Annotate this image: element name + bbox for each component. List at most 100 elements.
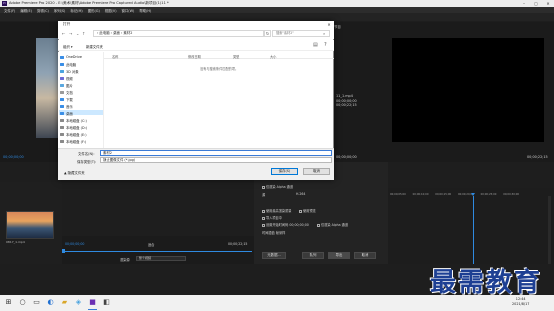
use-previews-option[interactable]: 使用预览 — [299, 208, 316, 213]
option-label: 设置开始时间码 — [266, 223, 289, 227]
organize-button[interactable]: 组织 ▾ — [63, 44, 73, 49]
search-icon[interactable]: ⌕ — [323, 30, 325, 37]
sidebar-item[interactable]: 3D 对象 — [66, 69, 79, 74]
forward-arrow-icon[interactable]: → — [69, 31, 72, 36]
checkbox-icon[interactable] — [262, 209, 265, 213]
project-clip-thumbnail[interactable] — [6, 211, 54, 239]
import-into-project-option[interactable]: 导入项目中 — [262, 215, 282, 220]
queue-button[interactable]: 队列 — [302, 252, 324, 259]
sidebar-item[interactable]: 音乐 — [66, 104, 73, 109]
time-interp-label: 时间插值 — [262, 231, 275, 235]
close-icon[interactable]: ✕ — [542, 0, 554, 7]
sidebar-item[interactable]: 此电脑 — [66, 62, 76, 67]
menu-item[interactable]: 编辑(E) — [20, 8, 32, 13]
sidebar-item[interactable]: 下载 — [66, 97, 73, 102]
sidebar-item[interactable]: 桌面 — [66, 111, 73, 116]
checkbox-icon[interactable] — [262, 185, 265, 189]
sidebar-item[interactable]: 视频 — [66, 76, 73, 81]
range-in-timecode[interactable]: 00;00;00;00 — [65, 242, 84, 246]
menu-item[interactable]: 帮助(H) — [139, 8, 151, 13]
dialog-titlebar[interactable] — [58, 21, 334, 28]
cancel-button[interactable]: 取消 — [303, 168, 330, 175]
menu-item[interactable]: 图形(G) — [88, 8, 100, 13]
sidebar-item[interactable]: 本地磁盘 (C:) — [66, 118, 87, 123]
metadata-button[interactable]: 元数据... — [262, 252, 286, 259]
format-label: 源 — [262, 193, 266, 197]
maximize-icon[interactable]: ▢ — [530, 0, 542, 7]
fit-dropdown[interactable]: 适合 — [148, 242, 154, 247]
render-alpha-only-option[interactable]: 仅渲染 Alpha 通道 — [317, 222, 348, 227]
checkbox-icon[interactable] — [317, 223, 320, 227]
column-type[interactable]: 类型 — [233, 54, 239, 59]
source-timecode[interactable]: 00;00;00;00 — [3, 155, 24, 159]
up-arrow-icon[interactable]: ↑ — [82, 31, 85, 36]
option-label: 使用预览 — [303, 209, 316, 213]
view-options-icon[interactable]: ▤ — [313, 42, 318, 48]
windows-start-icon[interactable]: ⊞ — [4, 297, 13, 307]
max-render-quality-option[interactable]: 使用最高渲染质量 — [262, 208, 292, 213]
new-folder-button[interactable]: 新建文件夹 — [86, 44, 103, 49]
range-track[interactable] — [62, 251, 252, 252]
checkbox-icon[interactable] — [262, 216, 265, 220]
column-size[interactable]: 大小 — [270, 54, 276, 59]
cancel-export-button[interactable]: 取消 — [354, 252, 376, 259]
app-taskbar-icon[interactable]: ◧ — [102, 297, 111, 307]
filetype-select[interactable]: 静止图像文件 (*.jpg) — [100, 157, 332, 163]
menu-item[interactable]: 剪辑(C) — [37, 8, 49, 13]
sidebar-item[interactable]: 本地磁盘 (F:) — [66, 139, 86, 144]
sidebar-item[interactable]: 本地磁盘 (D:) — [66, 125, 87, 130]
set-start-timecode-option[interactable]: 设置开始时间码 00;00;00;00 — [262, 222, 309, 227]
menu-item[interactable]: 序列(S) — [54, 8, 66, 13]
source-range-select[interactable]: 整个视频 — [136, 256, 186, 261]
help-icon[interactable]: ? — [324, 42, 327, 48]
file-explorer-icon[interactable]: ▰ — [60, 297, 69, 307]
sidebar-item[interactable]: 本地磁盘 (E:) — [66, 132, 87, 137]
refresh-icon[interactable]: ↻ — [264, 30, 271, 37]
back-arrow-icon[interactable]: ← — [62, 31, 65, 36]
menu-item[interactable]: 视图(V) — [105, 8, 117, 13]
timeline-scrollbar[interactable] — [548, 196, 551, 264]
overlay-line: 00;00;22;15 — [336, 103, 357, 107]
dialog-close-icon[interactable]: ✕ — [324, 21, 334, 28]
sidebar-item[interactable]: OneDrive — [66, 55, 82, 59]
filename-input[interactable]: 素材2 — [100, 150, 332, 156]
menu-item[interactable]: 窗口(W) — [122, 8, 135, 13]
sidebar-item[interactable]: 图片 — [66, 83, 73, 88]
edge-browser-icon[interactable]: ◐ — [46, 297, 55, 307]
address-bar[interactable]: › 此电脑 › 桌面 › 素材2 — [93, 30, 264, 37]
menu-item[interactable]: 标记(M) — [70, 8, 82, 13]
program-timecode[interactable]: 00;00;00;00 — [336, 155, 357, 159]
sidebar-item-icon — [60, 69, 64, 73]
task-view-icon[interactable]: ▭ — [32, 297, 41, 307]
timeline-ruler[interactable]: 00;00;05;00 00;00;10;00 00;00;15;00 00;0… — [390, 193, 519, 196]
menu-item[interactable]: 文件(F) — [4, 8, 15, 13]
time-interp-value[interactable]: 帧采样 — [276, 231, 286, 235]
range-playhead[interactable] — [62, 249, 65, 253]
sidebar-item-icon — [60, 55, 64, 59]
hide-folders-toggle[interactable]: ▲ 隐藏文件夹 — [64, 170, 85, 175]
search-input[interactable]: 搜索"素材2" — [272, 30, 330, 37]
start-timecode-value[interactable]: 00;00;00;00 — [289, 223, 308, 227]
premiere-taskbar-icon[interactable]: ■ — [88, 297, 97, 307]
timeline-playhead[interactable] — [473, 196, 474, 264]
search-taskbar-icon[interactable]: ○ — [18, 297, 27, 307]
render-alpha-label: 仅渲染 Alpha 通道 — [266, 185, 294, 189]
save-button[interactable]: 保存(S) — [271, 168, 298, 175]
taskbar-clock[interactable]: 12:44 2021/8/17 — [512, 297, 529, 307]
render-alpha-option[interactable]: 仅渲染 Alpha 通道 — [262, 184, 293, 189]
checkbox-icon[interactable] — [262, 223, 265, 227]
sidebar-item-icon — [60, 76, 64, 80]
recent-locations-icon[interactable]: ⌄ — [76, 31, 79, 36]
program-overlay-info: 11_1.mp4 00;00;00;00 00;00;22;15 — [336, 94, 357, 108]
minimize-icon[interactable]: – — [518, 0, 530, 7]
column-name[interactable]: 名称 — [112, 54, 118, 59]
format-value[interactable]: H.264 — [296, 192, 305, 196]
range-out-timecode[interactable]: 00;00;22;15 — [228, 242, 247, 246]
store-icon[interactable]: ◈ — [74, 297, 83, 307]
active-app-indicator — [88, 309, 97, 310]
sidebar-item[interactable]: 文档 — [66, 90, 73, 95]
source-range-label: 渲染源 — [120, 258, 130, 262]
checkbox-icon[interactable] — [299, 209, 302, 213]
export-button[interactable]: 导出 — [328, 252, 350, 259]
column-date[interactable]: 修改日期 — [188, 54, 201, 59]
